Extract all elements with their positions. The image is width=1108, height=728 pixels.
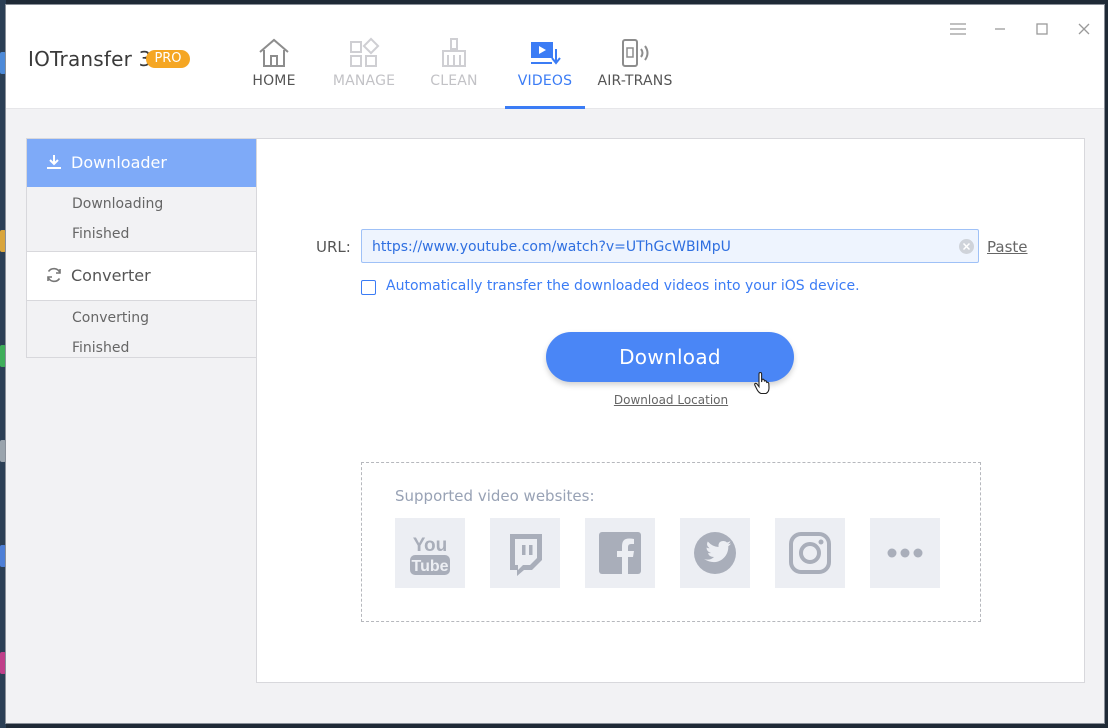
clean-icon [442, 38, 466, 67]
site-twitch[interactable] [490, 518, 560, 588]
facebook-icon [599, 532, 641, 574]
sidebar-item-downloader-label: Downloader [71, 153, 167, 172]
sidebar-item-downloading[interactable]: Downloading [27, 189, 257, 219]
hand-cursor-icon [754, 371, 770, 395]
sidebar: Downloader Downloading Finished Converte… [26, 138, 257, 358]
site-more[interactable] [870, 518, 940, 588]
close-button[interactable] [1074, 19, 1094, 39]
minimize-icon [995, 28, 1005, 30]
twitch-icon [510, 534, 542, 576]
url-input[interactable]: https://www.youtube.com/watch?v=UThGcWBI… [361, 229, 979, 263]
tab-home-label: HOME [252, 73, 296, 89]
tab-clean[interactable]: CLEAN [409, 33, 499, 109]
clear-icon [962, 242, 971, 251]
site-facebook[interactable] [585, 518, 655, 588]
youtube-icon: You Tube [410, 535, 450, 575]
sidebar-item-converting[interactable]: Converting [27, 303, 257, 333]
instagram-icon [789, 532, 831, 574]
converter-subitems: Converting Finished [27, 301, 257, 365]
twitter-icon [694, 532, 736, 574]
clear-url-button[interactable] [959, 239, 974, 254]
paste-link[interactable]: Paste [987, 238, 1028, 256]
tab-air-trans[interactable]: AIR-TRANS [590, 33, 680, 109]
air-trans-icon [622, 39, 649, 67]
tab-clean-label: CLEAN [430, 73, 478, 89]
sidebar-item-downloader-finished[interactable]: Finished [27, 219, 257, 249]
site-twitter[interactable] [680, 518, 750, 588]
home-icon [259, 38, 289, 67]
sidebar-item-converter[interactable]: Converter [27, 252, 257, 300]
downloader-subitems: Downloading Finished [27, 187, 257, 251]
tab-air-trans-label: AIR-TRANS [597, 73, 673, 89]
svg-text:Tube: Tube [411, 558, 448, 575]
sidebar-item-converter-label: Converter [71, 266, 151, 285]
videos-icon [531, 42, 561, 65]
pro-badge: PRO [146, 50, 190, 68]
close-icon [1078, 23, 1090, 35]
tab-manage[interactable]: MANAGE [319, 33, 409, 109]
menu-icon [950, 23, 966, 35]
site-youtube[interactable]: You Tube [395, 518, 465, 588]
maximize-icon [1036, 23, 1048, 35]
more-icon [887, 548, 923, 558]
url-label: URL: [316, 238, 351, 256]
maximize-button[interactable] [1032, 19, 1052, 39]
minimize-button[interactable] [990, 19, 1010, 39]
download-location-link[interactable]: Download Location [257, 393, 1085, 407]
auto-transfer-label[interactable]: Automatically transfer the downloaded vi… [386, 278, 860, 294]
sidebar-item-downloader[interactable]: Downloader [27, 139, 257, 187]
title-bar: IOTransfer 3 PRO HOME MANAGE CLEAN VIDEO… [6, 5, 1104, 109]
auto-transfer-checkbox[interactable] [361, 280, 376, 295]
site-instagram[interactable] [775, 518, 845, 588]
app-title: IOTransfer 3 [28, 47, 152, 71]
sync-icon [47, 267, 61, 283]
tab-manage-label: MANAGE [332, 73, 396, 89]
tab-home[interactable]: HOME [229, 33, 319, 109]
download-icon [47, 155, 61, 169]
url-value: https://www.youtube.com/watch?v=UThGcWBI… [372, 239, 731, 255]
sidebar-item-converter-finished[interactable]: Finished [27, 333, 257, 363]
tab-videos[interactable]: VIDEOS [505, 33, 585, 109]
supported-sites-title: Supported video websites: [395, 487, 595, 505]
supported-sites-box: Supported video websites: You Tube [361, 462, 981, 622]
menu-button[interactable] [948, 19, 968, 39]
manage-icon [350, 37, 380, 67]
downloader-panel: URL: https://www.youtube.com/watch?v=UTh… [256, 138, 1085, 683]
svg-text:You: You [413, 535, 447, 556]
tab-videos-label: VIDEOS [517, 73, 573, 89]
app-window: IOTransfer 3 PRO HOME MANAGE CLEAN VIDEO… [5, 4, 1105, 724]
